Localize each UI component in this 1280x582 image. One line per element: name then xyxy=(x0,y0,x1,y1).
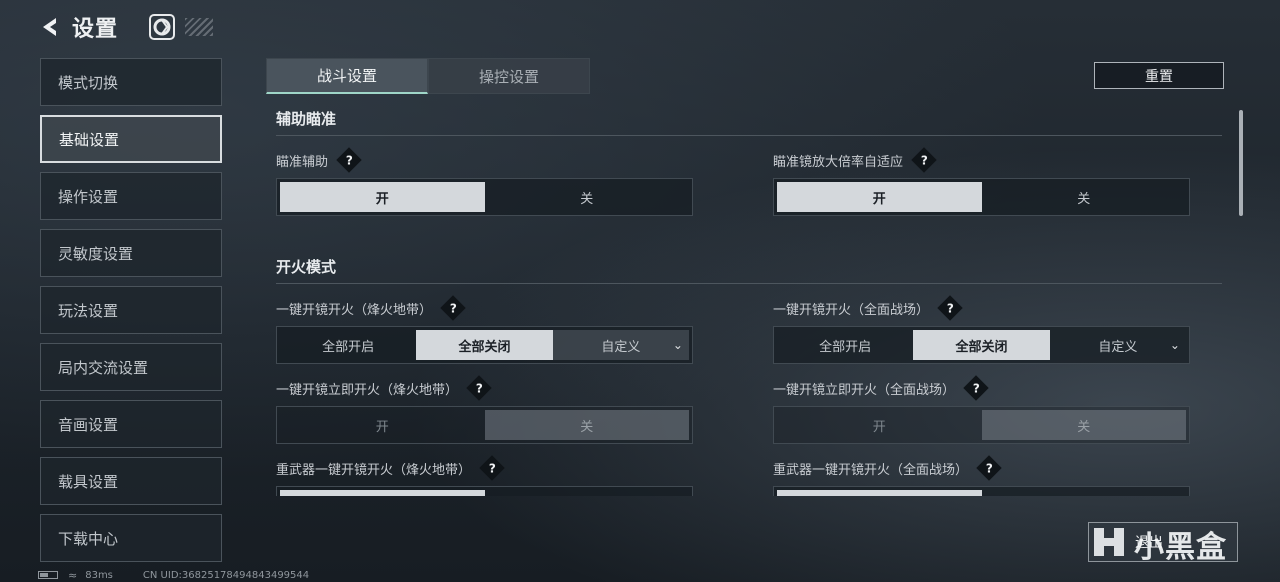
option-on[interactable]: 开 xyxy=(280,410,485,440)
battery-icon xyxy=(38,571,58,579)
sidebar-item-label: 载具设置 xyxy=(58,472,119,491)
setting-heavy-ads-fire-warzone: 重武器一键开镜开火（烽火地带） ? xyxy=(276,455,693,496)
setting-label: 一键开镜立即开火（烽火地带） xyxy=(276,382,459,398)
reset-button[interactable]: 重置 xyxy=(1094,62,1224,89)
section-title-aim-assist: 辅助瞄准 xyxy=(276,108,1222,136)
settings-tabs: 战斗设置 操控设置 xyxy=(266,58,590,94)
sidebar-item-label: 局内交流设置 xyxy=(58,358,149,377)
setting-label: 重武器一键开镜开火（全面战场） xyxy=(773,462,969,478)
help-icon[interactable]: ? xyxy=(963,375,989,401)
settings-row: 一键开镜立即开火（烽火地带） ? 开 关 一键开镜立即开火（全面战场） ? 开 … xyxy=(276,375,1224,444)
option-off[interactable]: 关 xyxy=(484,410,689,440)
sidebar-item-label: 下载中心 xyxy=(58,529,119,548)
toggle-heavy-ads-fire-battlefield xyxy=(773,486,1190,496)
sidebar-item-download-center[interactable]: 下载中心 xyxy=(40,514,222,562)
sidebar-item-operation-settings[interactable]: 操作设置 xyxy=(40,172,222,220)
option-off[interactable]: 关 xyxy=(981,410,1186,440)
setting-ads-fire-battlefield: 一键开镜开火（全面战场） ? 全部开启 全部关闭 自定义 ⌄ xyxy=(773,295,1190,364)
tab-combat-settings[interactable]: 战斗设置 xyxy=(266,58,428,94)
option-off[interactable]: 关 xyxy=(982,182,1187,212)
sidebar-item-label: 音画设置 xyxy=(58,415,119,434)
scrollbar[interactable] xyxy=(1239,110,1243,216)
option-on[interactable] xyxy=(280,490,485,496)
ping-value: 83ms xyxy=(85,569,113,581)
settings-row: 瞄准辅助 ? 开 关 瞄准镜放大倍率自适应 ? 开 关 xyxy=(276,147,1224,216)
section-title-fire-mode: 开火模式 xyxy=(276,256,1222,284)
setting-label: 瞄准辅助 xyxy=(276,154,329,170)
toggle-scope-zoom-adapt: 开 关 xyxy=(773,178,1190,216)
sidebar-item-sensitivity-settings[interactable]: 灵敏度设置 xyxy=(40,229,222,277)
tab-control-settings[interactable]: 操控设置 xyxy=(428,58,590,94)
sidebar: 模式切换 基础设置 操作设置 灵敏度设置 玩法设置 局内交流设置 音画设置 载具… xyxy=(40,58,222,571)
setting-label: 瞄准镜放大倍率自适应 xyxy=(773,154,904,170)
option-custom-label: 自定义 xyxy=(601,339,641,355)
settings-row: 一键开镜开火（烽火地带） ? 全部开启 全部关闭 自定义 ⌄ 一键开镜开火（全面… xyxy=(276,295,1224,364)
help-icon[interactable]: ? xyxy=(336,147,362,173)
back-arrow-icon[interactable] xyxy=(36,13,64,41)
settings-content: 辅助瞄准 瞄准辅助 ? 开 关 瞄准镜放大倍率自适应 ? 开 关 开火模式 一键… xyxy=(276,108,1224,496)
toggle-aim-assist: 开 关 xyxy=(276,178,693,216)
top-bar: 设置 xyxy=(36,10,176,44)
user-uid: CN UID:36825178494843499544 xyxy=(142,569,310,581)
sidebar-item-communication-settings[interactable]: 局内交流设置 xyxy=(40,343,222,391)
option-all-on[interactable]: 全部开启 xyxy=(280,330,416,360)
toggle-ads-instant-fire-battlefield: 开 关 xyxy=(773,406,1190,444)
setting-aim-assist: 瞄准辅助 ? 开 关 xyxy=(276,147,693,216)
option-off[interactable]: 关 xyxy=(485,182,690,212)
setting-label: 一键开镜开火（烽火地带） xyxy=(276,302,433,318)
settings-row: 重武器一键开镜开火（烽火地带） ? 重武器一键开镜开火（全面战场） ? xyxy=(276,455,1224,496)
chevron-down-icon: ⌄ xyxy=(672,338,683,352)
option-off[interactable] xyxy=(982,490,1187,496)
option-custom-dropdown[interactable]: 自定义 ⌄ xyxy=(552,330,689,360)
setting-scope-zoom-adapt: 瞄准镜放大倍率自适应 ? 开 关 xyxy=(773,147,1190,216)
help-icon[interactable]: ? xyxy=(911,147,937,173)
selector-ads-fire-battlefield: 全部开启 全部关闭 自定义 ⌄ xyxy=(773,326,1190,364)
option-off[interactable] xyxy=(485,490,690,496)
setting-label: 一键开镜开火（全面战场） xyxy=(773,302,930,318)
toggle-heavy-ads-fire-warzone xyxy=(276,486,693,496)
page-title: 设置 xyxy=(72,17,119,42)
help-icon[interactable]: ? xyxy=(466,375,492,401)
setting-ads-instant-fire-battlefield: 一键开镜立即开火（全面战场） ? 开 关 xyxy=(773,375,1190,444)
sidebar-item-audio-video-settings[interactable]: 音画设置 xyxy=(40,400,222,448)
help-icon[interactable]: ? xyxy=(976,455,1002,481)
status-bar: ≈ 83ms CN UID:36825178494843499544 xyxy=(38,568,309,582)
sidebar-item-label: 操作设置 xyxy=(58,187,119,206)
sidebar-item-label: 灵敏度设置 xyxy=(58,244,134,263)
watermark-text: 小黑盒 xyxy=(1134,530,1227,565)
help-icon[interactable]: ? xyxy=(937,295,963,321)
option-on[interactable] xyxy=(777,490,982,496)
sidebar-item-gameplay-settings[interactable]: 玩法设置 xyxy=(40,286,222,334)
option-custom-label: 自定义 xyxy=(1098,339,1138,355)
sidebar-item-basic-settings[interactable]: 基础设置 xyxy=(40,115,222,163)
title-hatch-decoration xyxy=(185,18,213,36)
game-logo-icon xyxy=(148,13,176,41)
setting-ads-instant-fire-warzone: 一键开镜立即开火（烽火地带） ? 开 关 xyxy=(276,375,693,444)
heybox-logo-icon xyxy=(1090,524,1128,564)
toggle-ads-instant-fire-warzone: 开 关 xyxy=(276,406,693,444)
option-all-off[interactable]: 全部关闭 xyxy=(416,330,553,360)
sidebar-item-label: 基础设置 xyxy=(59,130,120,149)
sidebar-item-label: 玩法设置 xyxy=(58,301,119,320)
option-all-on[interactable]: 全部开启 xyxy=(777,330,913,360)
watermark: 小黑盒 xyxy=(1090,522,1227,566)
setting-heavy-ads-fire-battlefield: 重武器一键开镜开火（全面战场） ? xyxy=(773,455,1190,496)
option-custom-dropdown[interactable]: 自定义 ⌄ xyxy=(1050,330,1186,360)
sidebar-item-mode-switch[interactable]: 模式切换 xyxy=(40,58,222,106)
sidebar-item-label: 模式切换 xyxy=(58,73,119,92)
setting-ads-fire-warzone: 一键开镜开火（烽火地带） ? 全部开启 全部关闭 自定义 ⌄ xyxy=(276,295,693,364)
selector-ads-fire-warzone: 全部开启 全部关闭 自定义 ⌄ xyxy=(276,326,693,364)
help-icon[interactable]: ? xyxy=(479,455,505,481)
setting-label: 一键开镜立即开火（全面战场） xyxy=(773,382,956,398)
option-all-off[interactable]: 全部关闭 xyxy=(913,330,1050,360)
option-on[interactable]: 开 xyxy=(777,182,982,212)
option-on[interactable]: 开 xyxy=(280,182,485,212)
setting-label: 重武器一键开镜开火（烽火地带） xyxy=(276,462,472,478)
sidebar-item-vehicle-settings[interactable]: 载具设置 xyxy=(40,457,222,505)
wifi-icon: ≈ xyxy=(68,568,78,582)
option-on[interactable]: 开 xyxy=(777,410,982,440)
help-icon[interactable]: ? xyxy=(440,295,466,321)
chevron-down-icon: ⌄ xyxy=(1169,338,1180,352)
